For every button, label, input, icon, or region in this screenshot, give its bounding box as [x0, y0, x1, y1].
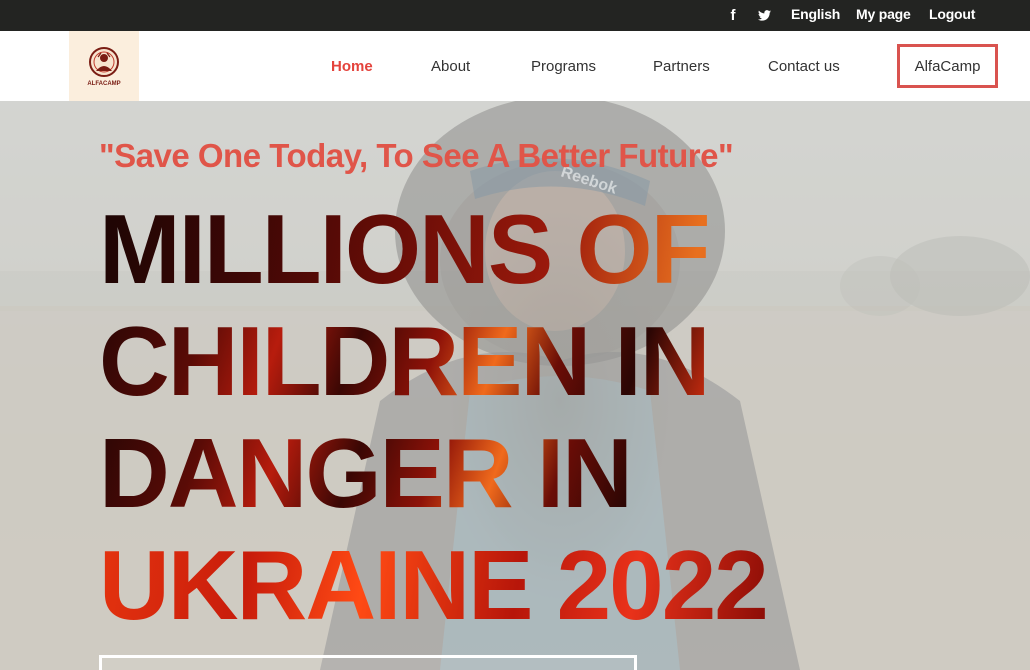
nav-about[interactable]: About — [431, 31, 470, 101]
hero-cta-button[interactable] — [99, 655, 637, 670]
my-page-link[interactable]: My page — [856, 0, 911, 27]
top-utility-bar: f English My page Logout — [0, 0, 1030, 31]
twitter-bird-glyph — [757, 10, 771, 21]
hero-tagline: "Save One Today, To See A Better Future" — [99, 137, 734, 174]
main-navbar: ALFACAMP Home About Programs Partners Co… — [0, 31, 1030, 101]
headline-line: MILLIONS OF — [99, 193, 859, 305]
hero-headline: MILLIONS OF CHILDREN IN DANGER IN UKRAIN… — [99, 193, 859, 641]
logo-wordmark: ALFACAMP — [87, 81, 120, 87]
twitter-icon[interactable] — [756, 0, 772, 31]
headline-line: CHILDREN IN — [99, 305, 859, 417]
headline-line: UKRAINE 2022 — [99, 529, 859, 641]
nav-partners[interactable]: Partners — [653, 31, 710, 101]
facebook-icon[interactable]: f — [726, 0, 740, 31]
nav-contact-us[interactable]: Contact us — [768, 31, 840, 101]
hero-section: Reebok "Save One Today, To See A Better … — [0, 101, 1030, 670]
site-logo[interactable]: ALFACAMP — [69, 31, 139, 101]
nav-alfacamp-button[interactable]: AlfaCamp — [897, 44, 998, 88]
nav-programs[interactable]: Programs — [531, 31, 596, 101]
logout-link[interactable]: Logout — [929, 0, 975, 27]
language-selector[interactable]: English — [791, 0, 840, 27]
nav-home[interactable]: Home — [331, 31, 373, 101]
alfacamp-logo-icon: ALFACAMP — [87, 47, 121, 87]
headline-line: DANGER IN — [99, 417, 859, 529]
